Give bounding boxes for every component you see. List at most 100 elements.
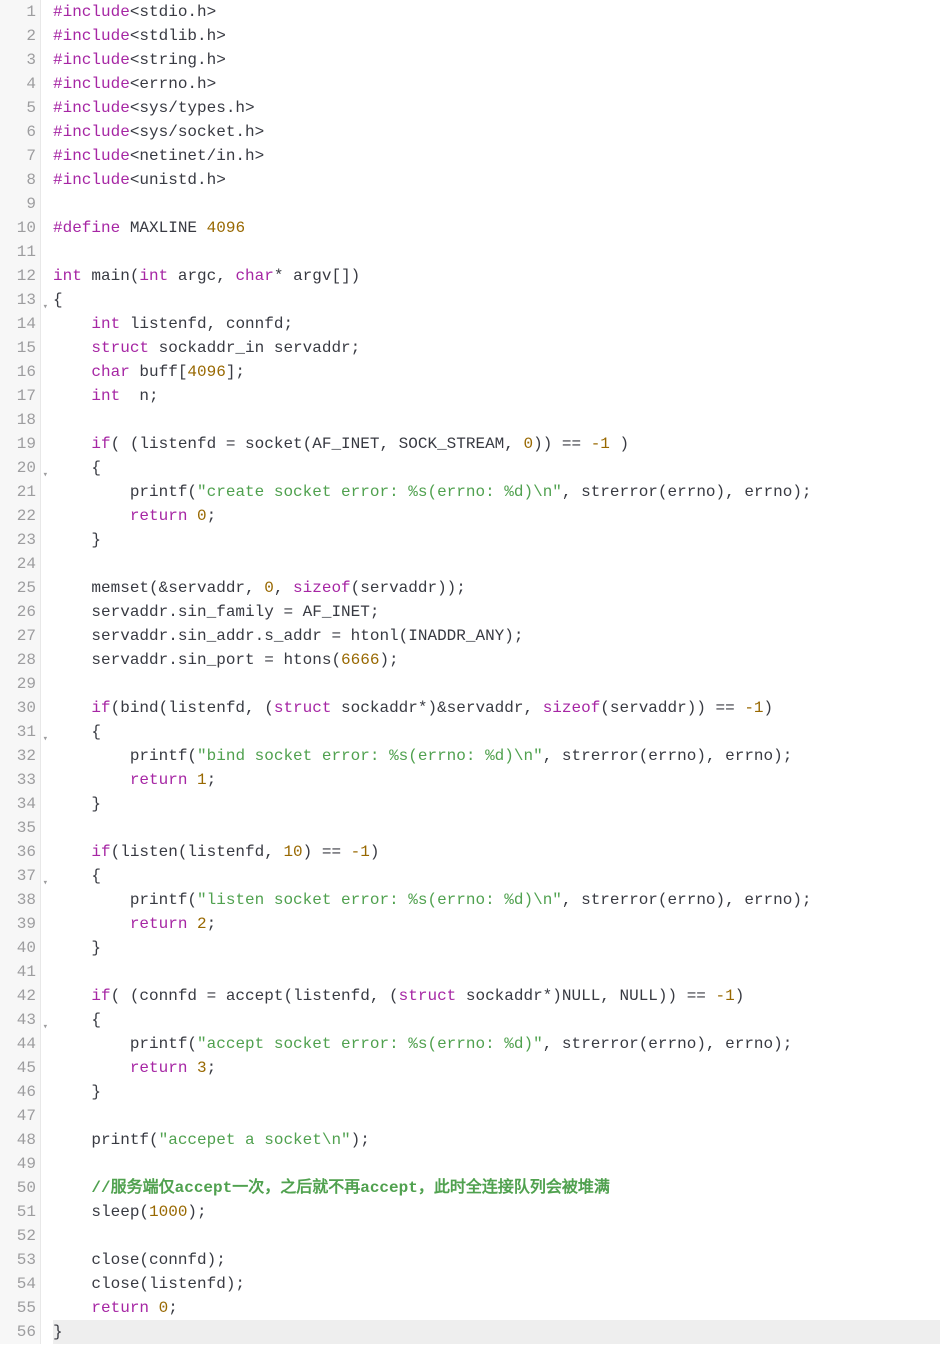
code-line[interactable]: int n; (53, 384, 940, 408)
code-line[interactable]: sleep(1000); (53, 1200, 940, 1224)
code-line[interactable] (53, 192, 940, 216)
code-token: printf( (53, 483, 197, 501)
code-line[interactable]: printf("listen socket error: %s(errno: %… (53, 888, 940, 912)
code-line[interactable]: struct sockaddr_in servaddr; (53, 336, 940, 360)
code-line[interactable]: if( (connfd = accept(listenfd, (struct s… (53, 984, 940, 1008)
code-line[interactable]: #include<sys/socket.h> (53, 120, 940, 144)
line-number: 40 (0, 936, 40, 960)
code-line[interactable]: { (53, 456, 940, 480)
code-token: , strerror(errno), errno); (562, 891, 812, 909)
code-token: sizeof (293, 579, 351, 597)
code-line[interactable]: } (53, 792, 940, 816)
fold-arrow-icon[interactable]: ▾ (43, 871, 48, 895)
line-number: 18 (0, 408, 40, 432)
code-line[interactable]: return 1; (53, 768, 940, 792)
code-line[interactable]: return 0; (53, 1296, 940, 1320)
code-line[interactable]: } (53, 1320, 940, 1344)
code-line[interactable]: int main(int argc, char* argv[]) (53, 264, 940, 288)
code-token: * argv[]) (274, 267, 360, 285)
code-line[interactable] (53, 1152, 940, 1176)
code-line[interactable]: } (53, 936, 940, 960)
code-line[interactable]: #include<sys/types.h> (53, 96, 940, 120)
line-number: 33 (0, 768, 40, 792)
code-token: printf( (53, 1131, 159, 1149)
code-line[interactable]: memset(&servaddr, 0, sizeof(servaddr)); (53, 576, 940, 600)
code-token: 3 (197, 1059, 207, 1077)
code-line[interactable] (53, 552, 940, 576)
code-line[interactable]: #include<stdlib.h> (53, 24, 940, 48)
code-line[interactable]: servaddr.sin_port = htons(6666); (53, 648, 940, 672)
fold-arrow-icon[interactable]: ▾ (43, 463, 48, 487)
code-line[interactable]: } (53, 528, 940, 552)
code-token (187, 1059, 197, 1077)
code-token: } (53, 1083, 101, 1101)
code-line[interactable]: } (53, 1080, 940, 1104)
code-token: if (91, 435, 110, 453)
code-line[interactable]: printf("accepet a socket\n"); (53, 1128, 940, 1152)
code-token: 0 (159, 1299, 169, 1317)
code-line[interactable]: servaddr.sin_addr.s_addr = htonl(INADDR_… (53, 624, 940, 648)
line-number: 45 (0, 1056, 40, 1080)
code-line[interactable]: close(connfd); (53, 1248, 940, 1272)
code-line[interactable] (53, 1104, 940, 1128)
code-token: return (130, 915, 188, 933)
line-number: 15 (0, 336, 40, 360)
code-line[interactable] (53, 816, 940, 840)
code-line[interactable]: return 0; (53, 504, 940, 528)
code-line[interactable]: if(listen(listenfd, 10) == -1) (53, 840, 940, 864)
code-line[interactable] (53, 408, 940, 432)
line-number: 32 (0, 744, 40, 768)
code-line[interactable]: { (53, 720, 940, 744)
code-line[interactable] (53, 240, 940, 264)
code-line[interactable]: { (53, 864, 940, 888)
line-number: 16 (0, 360, 40, 384)
fold-arrow-icon[interactable]: ▾ (43, 727, 48, 751)
code-token: { (53, 291, 63, 309)
code-line[interactable]: #include<errno.h> (53, 72, 940, 96)
code-token: (listen(listenfd, (111, 843, 284, 861)
code-line[interactable]: servaddr.sin_family = AF_INET; (53, 600, 940, 624)
code-line[interactable]: #define MAXLINE 4096 (53, 216, 940, 240)
code-line[interactable]: printf("bind socket error: %s(errno: %d)… (53, 744, 940, 768)
code-line[interactable]: #include<string.h> (53, 48, 940, 72)
line-number: 49 (0, 1152, 40, 1176)
code-line[interactable] (53, 960, 940, 984)
code-line[interactable]: char buff[4096]; (53, 360, 940, 384)
code-line[interactable]: #include<stdio.h> (53, 0, 940, 24)
code-token: ; (207, 771, 217, 789)
line-number: 24 (0, 552, 40, 576)
code-line[interactable] (53, 672, 940, 696)
code-line[interactable]: return 3; (53, 1056, 940, 1080)
code-line[interactable]: if(bind(listenfd, (struct sockaddr*)&ser… (53, 696, 940, 720)
line-number: 6 (0, 120, 40, 144)
fold-arrow-icon[interactable]: ▾ (43, 1015, 48, 1039)
code-line[interactable]: #include<netinet/in.h> (53, 144, 940, 168)
code-token (53, 315, 91, 333)
code-line[interactable]: //服务端仅accept一次，之后就不再accept，此时全连接队列会被堆满 (53, 1176, 940, 1200)
code-line[interactable]: printf("accept socket error: %s(errno: %… (53, 1032, 940, 1056)
code-token (53, 843, 91, 861)
code-token: #include (53, 99, 130, 117)
code-line[interactable]: { (53, 288, 940, 312)
code-token: argc, (168, 267, 235, 285)
code-line[interactable]: close(listenfd); (53, 1272, 940, 1296)
code-token: if (91, 843, 110, 861)
code-token: 10 (283, 843, 302, 861)
line-number: 38 (0, 888, 40, 912)
line-number: 56 (0, 1320, 40, 1344)
line-number: 44 (0, 1032, 40, 1056)
fold-arrow-icon[interactable]: ▾ (43, 295, 48, 319)
code-line[interactable]: { (53, 1008, 940, 1032)
code-line[interactable]: printf("create socket error: %s(errno: %… (53, 480, 940, 504)
code-line[interactable]: if( (listenfd = socket(AF_INET, SOCK_STR… (53, 432, 940, 456)
code-token: 1000 (149, 1203, 187, 1221)
code-line[interactable]: return 2; (53, 912, 940, 936)
code-editor-content[interactable]: #include<stdio.h>#include<stdlib.h>#incl… (41, 0, 940, 1344)
code-line[interactable] (53, 1224, 940, 1248)
code-token: <sys/types.h> (130, 99, 255, 117)
code-token: <sys/socket.h> (130, 123, 264, 141)
code-token: MAXLINE (120, 219, 206, 237)
code-token: 0 (523, 435, 533, 453)
code-line[interactable]: #include<unistd.h> (53, 168, 940, 192)
code-line[interactable]: int listenfd, connfd; (53, 312, 940, 336)
